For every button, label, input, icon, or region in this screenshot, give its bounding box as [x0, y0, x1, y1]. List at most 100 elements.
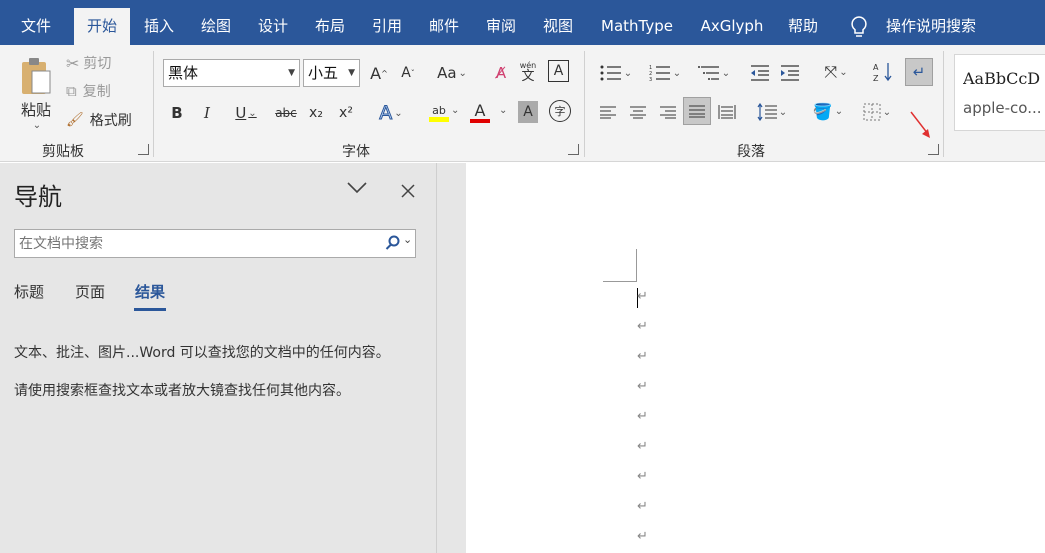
change-case-button[interactable]: Aa ⌄ [432, 61, 472, 85]
tab-file[interactable]: 文件 [6, 8, 66, 44]
font-name-select[interactable]: 黑体 ▼ [163, 59, 300, 87]
char-border-button[interactable]: A [548, 60, 569, 82]
nav-search-box[interactable]: ⌄ [14, 229, 416, 258]
distributed-button[interactable] [716, 100, 738, 124]
text-effects-icon: A [379, 102, 393, 125]
tab-references[interactable]: 引用 [361, 8, 413, 44]
copy-label: 复制 [82, 84, 111, 100]
multilevel-list-icon [697, 66, 719, 80]
pinyin-guide-button[interactable]: wén 文 [517, 58, 539, 86]
cut-label: 剪切 [83, 56, 112, 72]
sort-button[interactable]: AZ [872, 59, 894, 85]
brush-icon: 🖌 [66, 112, 84, 128]
borders-button[interactable]: ⌄ [857, 100, 897, 124]
svg-text:3: 3 [649, 77, 652, 82]
paragraph-mark: ↵ [637, 319, 648, 334]
grow-font-icon: A [370, 63, 382, 83]
increase-indent-button[interactable] [779, 61, 801, 85]
bullets-icon [600, 65, 621, 81]
nav-title: 导航 [14, 183, 62, 211]
underline-button[interactable]: U ⌄ [226, 100, 266, 126]
numbering-icon: 123 [649, 65, 670, 82]
enclose-char-button[interactable]: 字 [549, 100, 571, 122]
clear-formatting-button[interactable]: A̸ [490, 61, 512, 85]
tab-mathtype[interactable]: MathType [592, 8, 682, 44]
grow-font-button[interactable]: A ^ [368, 61, 390, 85]
tell-me-search[interactable]: 操作说明搜索 [876, 8, 986, 44]
close-icon[interactable] [401, 183, 415, 202]
tab-view[interactable]: 视图 [532, 8, 584, 44]
svg-text:Z: Z [873, 74, 879, 83]
paragraph-launcher-icon[interactable] [928, 144, 939, 155]
chevron-down-icon[interactable]: ⌄ [403, 233, 412, 246]
sort-icon: AZ [873, 63, 892, 83]
chevron-down-icon[interactable]: ⌄ [33, 120, 41, 131]
align-right-button[interactable] [657, 101, 679, 123]
shading-button[interactable]: 🪣 ⌄ [808, 98, 848, 124]
tab-insert[interactable]: 插入 [133, 8, 185, 44]
nav-tab-pages[interactable]: 页面 [75, 281, 105, 302]
tab-help[interactable]: 帮助 [780, 8, 826, 44]
chevron-down-icon[interactable]: ⌄ [499, 105, 507, 116]
justify-icon [689, 105, 705, 118]
decrease-indent-icon [751, 65, 769, 81]
document-page[interactable] [466, 163, 1045, 553]
chevron-down-icon: ▼ [348, 68, 355, 78]
tab-axglyph[interactable]: AxGlyph [692, 8, 772, 44]
search-icon[interactable] [385, 235, 401, 255]
paste-button[interactable]: 粘贴 ⌄ [14, 53, 58, 135]
tab-layout[interactable]: 布局 [304, 8, 356, 44]
style-gallery-item[interactable]: AaBbCcD apple-co... [954, 54, 1045, 131]
highlight-color-bar [429, 116, 449, 122]
tab-mailings[interactable]: 邮件 [418, 8, 470, 44]
show-paragraph-marks-button[interactable]: ↵ [905, 58, 933, 86]
nav-message-1: 文本、批注、图片...Word 可以查找您的文档中的任何内容。 [14, 345, 390, 361]
italic-button[interactable]: I [196, 100, 218, 126]
text-effects-button[interactable]: A ⌄ [372, 100, 410, 126]
search-input[interactable] [19, 232, 379, 255]
divider [584, 51, 585, 157]
bullets-button[interactable]: ⌄ [596, 61, 636, 85]
justify-button[interactable] [683, 97, 711, 125]
chinese-layout-button[interactable]: ⤧ ⌄ [816, 59, 856, 85]
ribbon-tab-bar: 文件 开始 插入 绘图 设计 布局 引用 邮件 审阅 视图 MathType A… [0, 0, 1045, 45]
eraser-icon: A̸ [495, 64, 507, 82]
strikethrough-button[interactable]: abc [273, 100, 299, 126]
tab-draw[interactable]: 绘图 [190, 8, 242, 44]
chevron-down-icon[interactable]: ⌄ [451, 105, 459, 116]
decrease-indent-button[interactable] [749, 61, 771, 85]
clipboard-launcher-icon[interactable] [138, 144, 149, 155]
tab-home[interactable]: 开始 [74, 8, 130, 45]
italic-icon: I [204, 104, 210, 122]
chevron-down-icon[interactable] [346, 179, 368, 198]
align-left-button[interactable] [597, 101, 619, 123]
line-spacing-button[interactable]: ⌄ [752, 100, 792, 124]
svg-text:A: A [873, 63, 879, 72]
copy-button[interactable]: ⧉ 复制 [66, 80, 111, 102]
lightbulb-icon[interactable] [849, 15, 869, 39]
tab-review[interactable]: 审阅 [475, 8, 527, 44]
multilevel-list-button[interactable]: ⌄ [694, 61, 734, 85]
font-size-select[interactable]: 小五 ▼ [303, 59, 360, 87]
increase-indent-icon [781, 65, 799, 81]
font-color-button[interactable]: A [467, 100, 493, 126]
char-shading-button[interactable]: A [518, 101, 538, 123]
nav-tab-active-underline [134, 308, 166, 311]
bold-button[interactable]: B [166, 100, 188, 126]
superscript-button[interactable]: x² [335, 100, 357, 126]
highlighter-icon: ab [432, 103, 446, 117]
nav-tab-headings[interactable]: 标题 [14, 281, 44, 302]
shrink-font-button[interactable]: Aˇ [397, 61, 419, 85]
clipboard-group-label: 剪贴板 [42, 144, 84, 160]
bold-icon: B [171, 104, 183, 122]
subscript-button[interactable]: x₂ [305, 100, 327, 126]
tab-design[interactable]: 设计 [247, 8, 299, 44]
align-center-button[interactable] [627, 101, 649, 123]
font-launcher-icon[interactable] [568, 144, 579, 155]
navigation-pane: 导航 ⌄ 标题 页面 结果 文本、批注、图片...Word 可以查找您的文档中的… [0, 163, 436, 553]
cut-button[interactable]: ✂ 剪切 [66, 52, 111, 74]
format-painter-button[interactable]: 🖌 格式刷 [66, 109, 132, 131]
numbering-button[interactable]: 1 2 3 ⌄ [645, 61, 685, 85]
nav-tab-results[interactable]: 结果 [135, 281, 165, 302]
red-arrow-icon [910, 111, 930, 138]
